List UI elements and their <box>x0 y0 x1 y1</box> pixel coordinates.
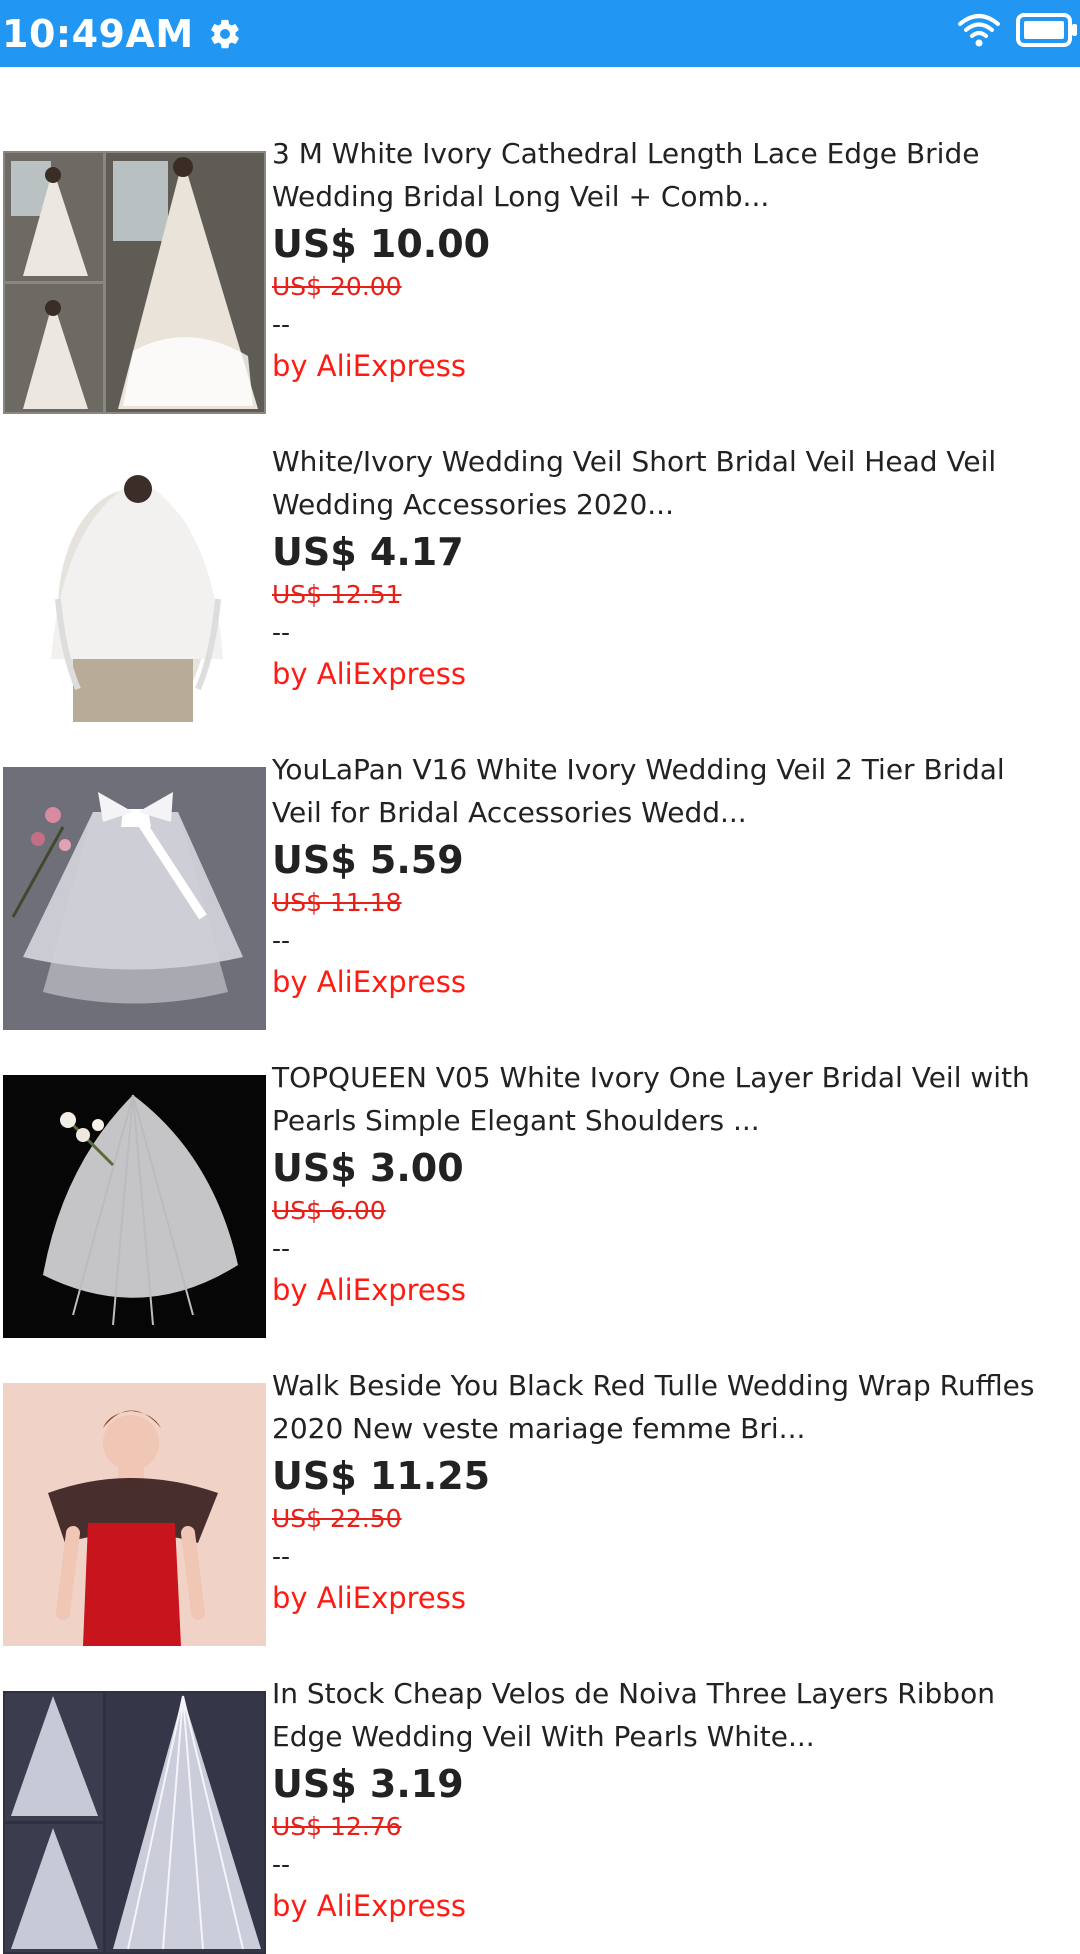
product-title[interactable]: In Stock Cheap Velos de Noiva Three Laye… <box>272 1672 1072 1758</box>
battery-icon <box>1016 12 1078 48</box>
original-price: US$ 12.51 <box>272 580 402 609</box>
product-title[interactable]: YouLaPan V16 White Ivory Wedding Veil 2 … <box>272 748 1072 834</box>
gear-icon <box>208 17 242 51</box>
product-info: White/Ivory Wedding Veil Short Bridal Ve… <box>272 440 1072 695</box>
status-bar: 10:49AM <box>0 0 1080 67</box>
original-price: US$ 11.18 <box>272 888 402 917</box>
wifi-icon <box>958 12 1000 48</box>
product-price: US$ 4.17 <box>272 530 464 574</box>
product-item[interactable]: White/Ivory Wedding Veil Short Bridal Ve… <box>0 375 1080 722</box>
product-rating: -- <box>272 1850 291 1879</box>
original-price: US$ 20.00 <box>272 272 402 301</box>
product-info: Walk Beside You Black Red Tulle Wedding … <box>272 1364 1072 1619</box>
product-info: YouLaPan V16 White Ivory Wedding Veil 2 … <box>272 748 1072 1003</box>
original-price: US$ 6.00 <box>272 1196 386 1225</box>
product-image[interactable] <box>3 1691 266 1954</box>
seller-label: by AliExpress <box>272 1889 466 1923</box>
original-price: US$ 12.76 <box>272 1812 402 1841</box>
product-rating: -- <box>272 926 291 955</box>
product-rating: -- <box>272 310 291 339</box>
product-rating: -- <box>272 1542 291 1571</box>
product-price: US$ 3.19 <box>272 1762 464 1806</box>
product-title[interactable]: White/Ivory Wedding Veil Short Bridal Ve… <box>272 440 1072 526</box>
product-title[interactable]: TOPQUEEN V05 White Ivory One Layer Brida… <box>272 1056 1072 1142</box>
product-info: 3 M White Ivory Cathedral Length Lace Ed… <box>272 132 1072 387</box>
status-right <box>958 12 1078 48</box>
product-title[interactable]: 3 M White Ivory Cathedral Length Lace Ed… <box>272 132 1072 218</box>
product-price: US$ 11.25 <box>272 1454 491 1498</box>
status-time: 10:49AM <box>2 11 194 56</box>
product-price: US$ 5.59 <box>272 838 464 882</box>
product-info: TOPQUEEN V05 White Ivory One Layer Brida… <box>272 1056 1072 1311</box>
product-rating: -- <box>272 1234 291 1263</box>
product-info: In Stock Cheap Velos de Noiva Three Laye… <box>272 1672 1072 1927</box>
product-title[interactable]: Walk Beside You Black Red Tulle Wedding … <box>272 1364 1072 1450</box>
original-price: US$ 22.50 <box>272 1504 402 1533</box>
product-price: US$ 10.00 <box>272 222 491 266</box>
product-price: US$ 3.00 <box>272 1146 464 1190</box>
product-item[interactable]: 3 M White Ivory Cathedral Length Lace Ed… <box>0 67 1080 414</box>
product-item[interactable]: TOPQUEEN V05 White Ivory One Layer Brida… <box>0 991 1080 1338</box>
product-item[interactable]: In Stock Cheap Velos de Noiva Three Laye… <box>0 1607 1080 1954</box>
product-item[interactable]: Walk Beside You Black Red Tulle Wedding … <box>0 1299 1080 1646</box>
product-rating: -- <box>272 618 291 647</box>
product-item[interactable]: YouLaPan V16 White Ivory Wedding Veil 2 … <box>0 683 1080 1030</box>
